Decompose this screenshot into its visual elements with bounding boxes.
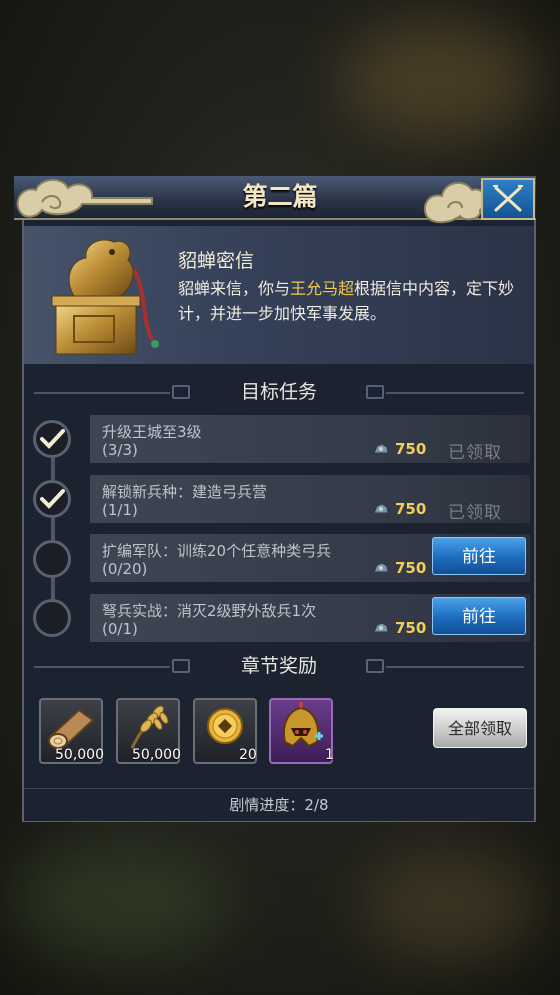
- reward-count: 50,000: [132, 747, 181, 763]
- background-glow: [10, 840, 230, 960]
- golden-helmet-icon: [283, 702, 323, 748]
- reward-item[interactable]: 20: [193, 698, 257, 764]
- go-button[interactable]: 前往: [432, 597, 526, 635]
- reward-count: 20: [239, 747, 257, 763]
- ore-resource-icon: [373, 443, 389, 454]
- background-glow: [340, 20, 540, 140]
- task-label: 解锁新兵种：建造弓兵营: [102, 483, 268, 501]
- close-icon: [493, 185, 523, 212]
- reward-item[interactable]: 50,000: [116, 698, 181, 764]
- task-reward-amount: 750: [395, 559, 427, 577]
- rewards-section-title: 章节奖励: [240, 655, 317, 677]
- task-label: 升级王城至3级: [102, 423, 202, 441]
- claimed-status-label: 已领取: [448, 443, 502, 463]
- story-highlight-names: 王允马超: [290, 279, 355, 298]
- ore-resource-icon: [373, 503, 389, 514]
- story-progress: 剧情进度：2/8: [24, 788, 534, 821]
- wood-log-icon: [48, 708, 95, 749]
- checkmark-icon: [40, 489, 65, 509]
- story-description: 貂蝉来信，你与王允马超根据信中内容，定下妙计，并进一步加快军事发展。: [178, 276, 523, 326]
- task-label: 弩兵实战：消灭2级野外敌兵1次: [102, 602, 317, 620]
- reward-count: 1: [325, 747, 334, 763]
- story-title: 貂蝉密信: [178, 250, 255, 272]
- task-reward-amount: 750: [395, 440, 427, 458]
- close-button[interactable]: [481, 178, 535, 220]
- golden-seal-statue-icon: [51, 239, 159, 355]
- task-reward-amount: 750: [395, 500, 427, 518]
- task-progress: (1/1): [102, 501, 138, 519]
- ore-resource-icon: [373, 562, 389, 573]
- task-progress: (0/1): [102, 620, 138, 638]
- chapter-title: 第二篇: [242, 182, 318, 211]
- background-glow: [360, 850, 540, 960]
- reward-count: 50,000: [55, 747, 104, 763]
- checkmark-icon: [40, 429, 65, 449]
- claim-all-button[interactable]: 全部领取: [433, 708, 527, 748]
- claimed-status-label: 已领取: [448, 503, 502, 523]
- story-text-part: 貂蝉来信，你与: [178, 279, 291, 298]
- task-label: 扩编军队：训练20个任意种类弓兵: [102, 542, 332, 560]
- reward-item[interactable]: 1: [269, 698, 334, 764]
- task-status-indicator: [33, 480, 71, 518]
- wheat-icon: [130, 705, 169, 749]
- task-progress: (0/20): [102, 560, 148, 578]
- ore-resource-icon: [373, 622, 389, 633]
- reward-item[interactable]: 50,000: [39, 698, 104, 764]
- task-status-indicator: [33, 599, 71, 637]
- gold-coin-icon: [207, 708, 243, 744]
- tasks-section-title: 目标任务: [240, 381, 317, 403]
- go-button[interactable]: 前往: [432, 537, 526, 575]
- task-reward-amount: 750: [395, 619, 427, 637]
- task-status-indicator: [33, 540, 71, 578]
- task-status-indicator: [33, 420, 71, 458]
- task-progress: (3/3): [102, 441, 138, 459]
